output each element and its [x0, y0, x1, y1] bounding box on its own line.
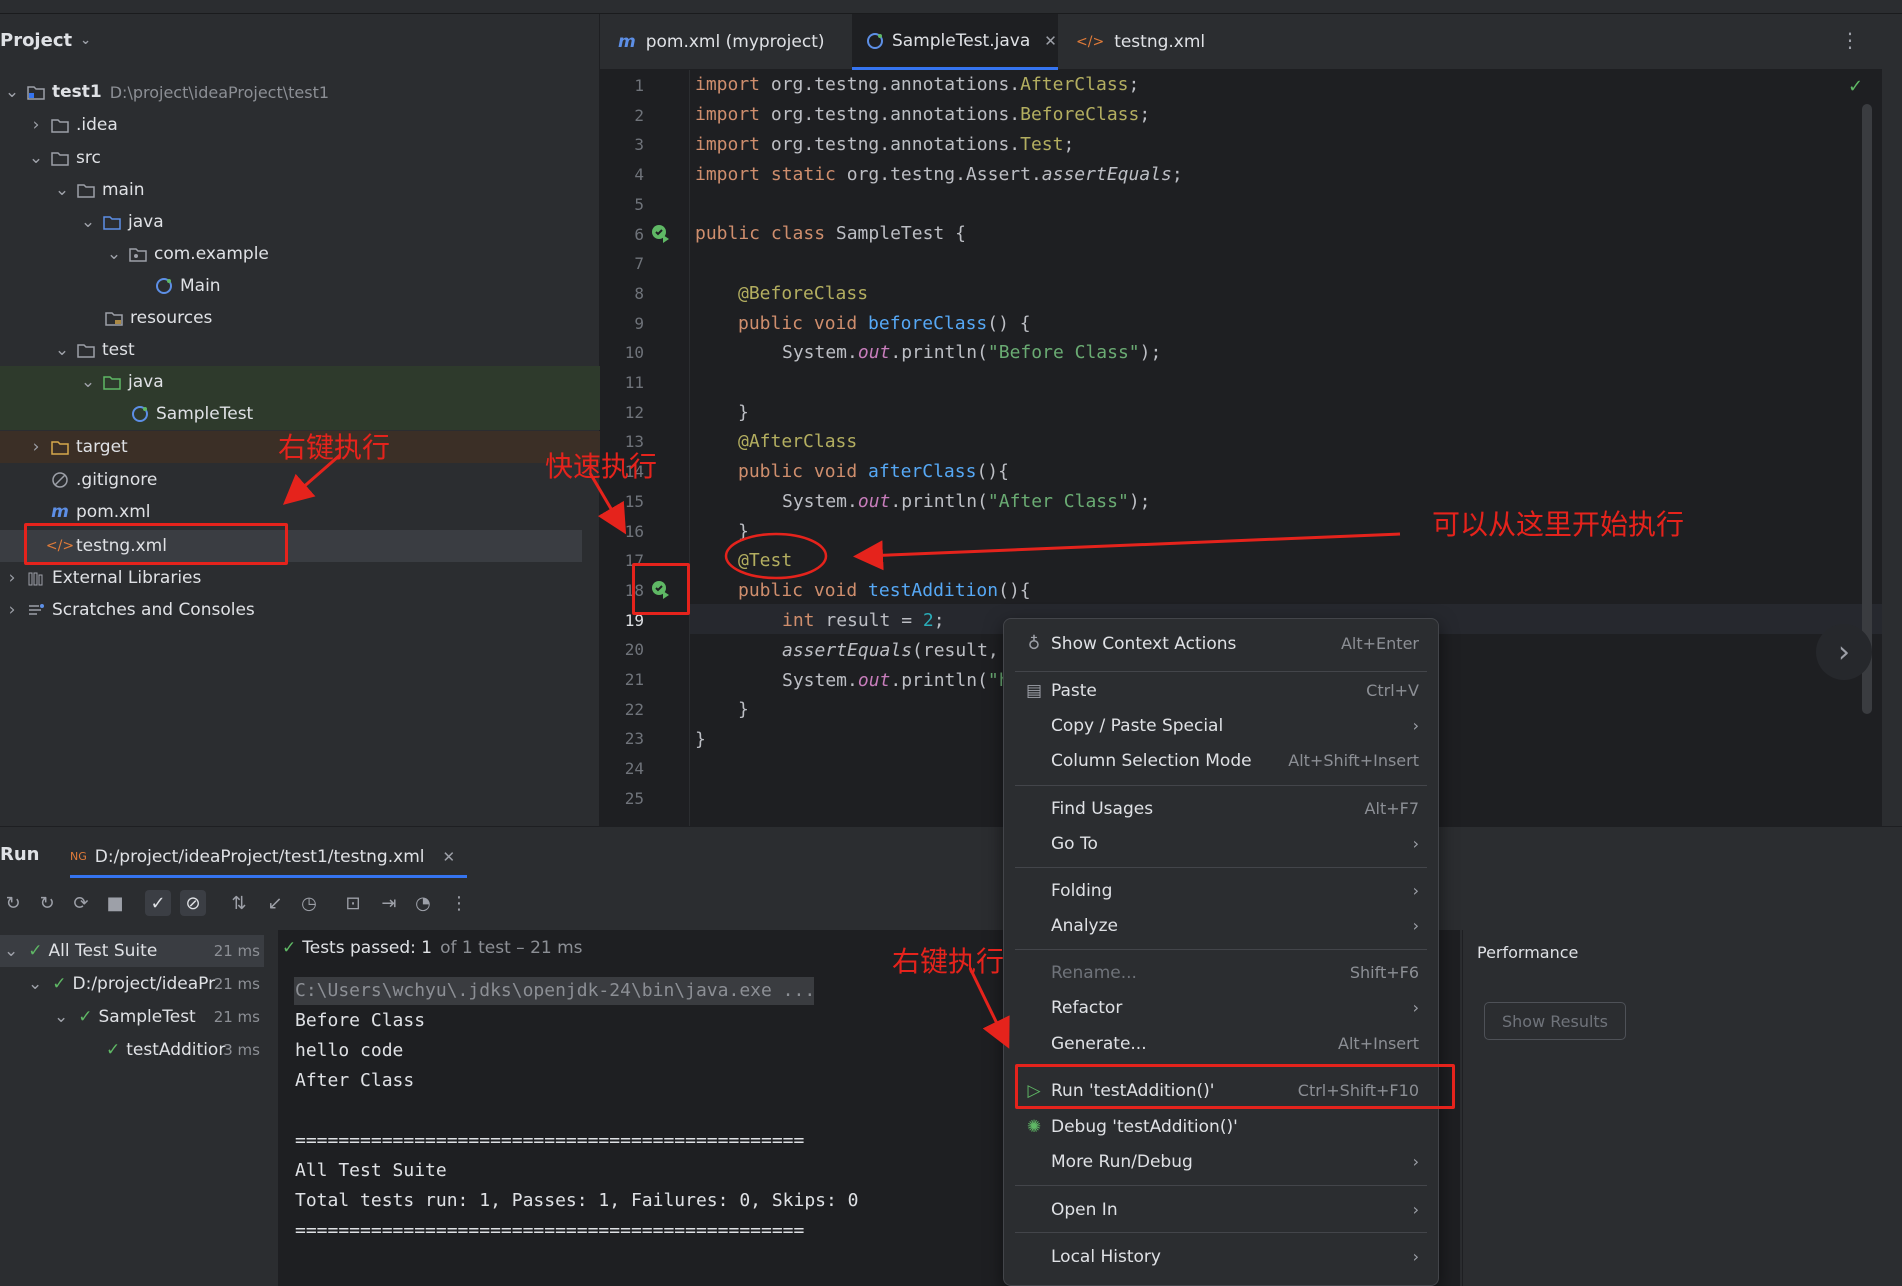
annotation-text-start-here: 可以从这里开始执行 — [1432, 508, 1685, 541]
annotation-arrows — [282, 453, 1401, 1049]
annotation-text-right-click-2: 右键执行 — [892, 945, 1005, 978]
annotation-text-right-click-1: 右键执行 — [278, 431, 391, 464]
annotation-text-quick-run: 快速执行 — [545, 450, 658, 483]
